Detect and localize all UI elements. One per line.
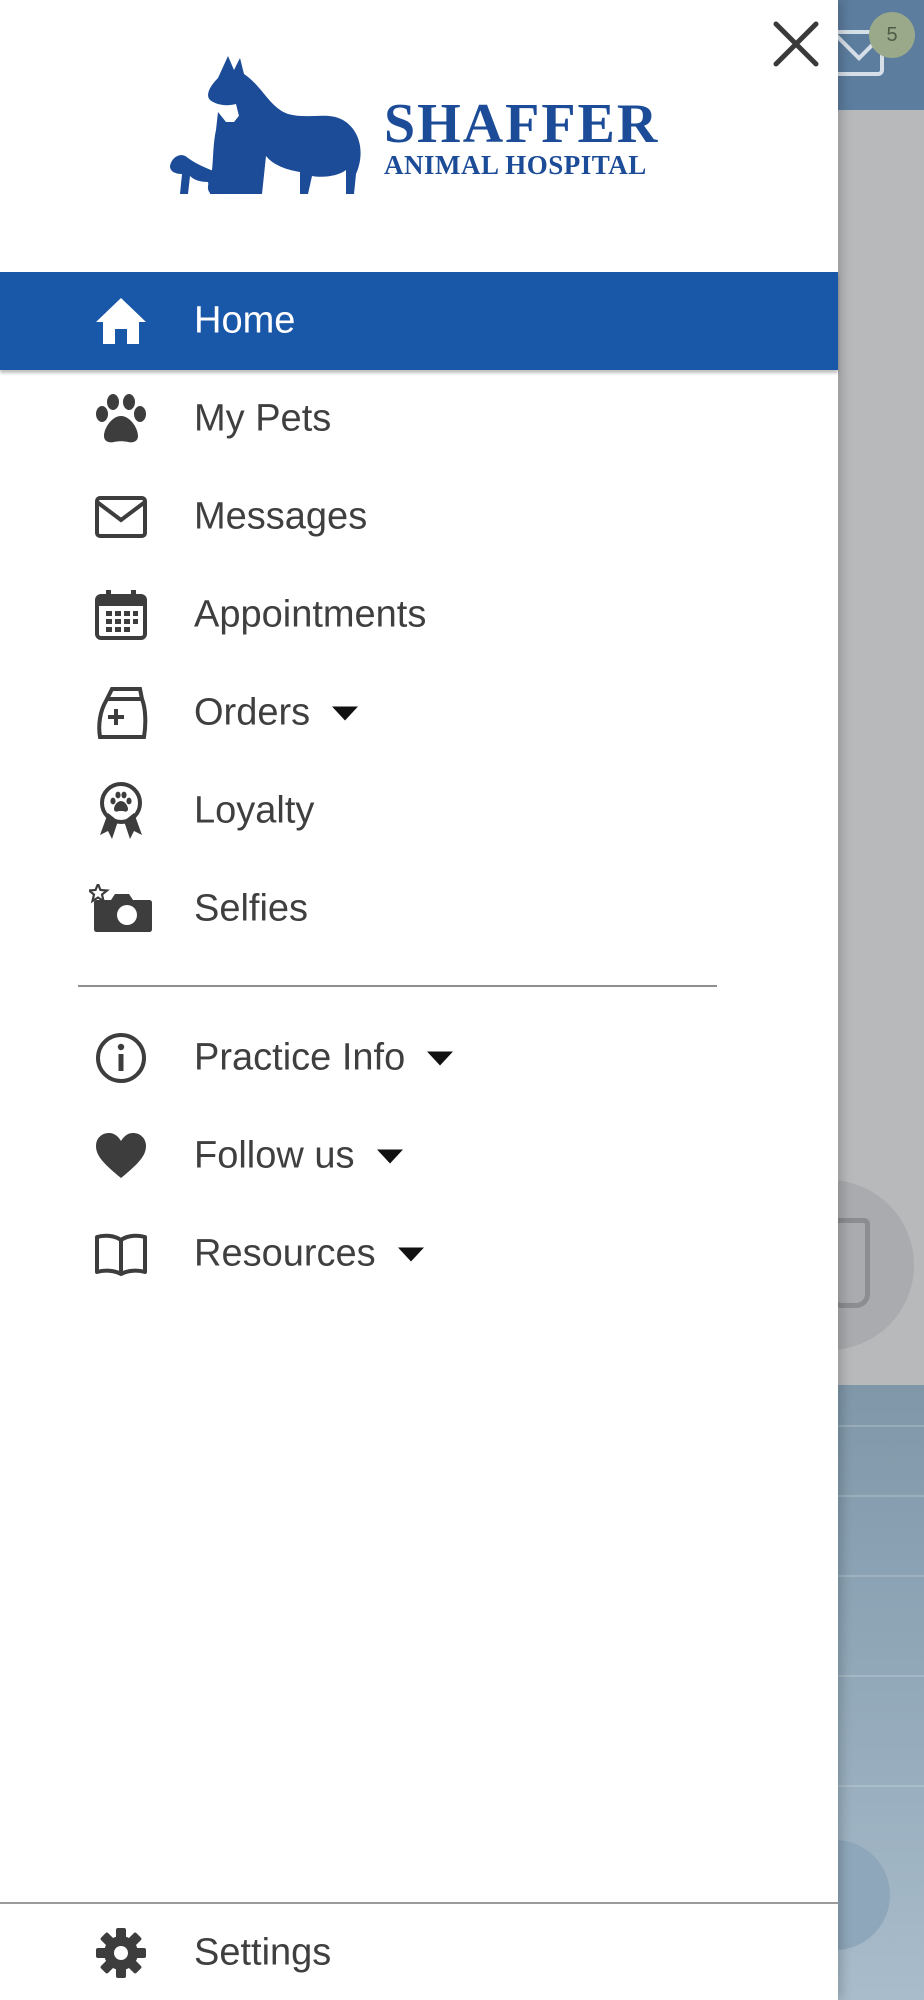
nav-item-messages[interactable]: Messages xyxy=(0,468,838,566)
nav-item-settings[interactable]: Settings xyxy=(0,1904,838,2000)
chevron-down-icon[interactable] xyxy=(427,1051,454,1065)
pet-food-bag-icon xyxy=(88,680,154,746)
nav-label-messages: Messages xyxy=(194,495,368,538)
nav-label-orders: Orders xyxy=(194,691,359,735)
nav-item-orders[interactable]: Orders xyxy=(0,664,838,762)
chevron-down-icon[interactable] xyxy=(332,706,359,720)
nav-item-resources[interactable]: Resources xyxy=(0,1205,838,1303)
close-icon xyxy=(773,21,819,67)
nav-item-follow-us[interactable]: Follow us xyxy=(0,1107,838,1205)
camera-icon xyxy=(88,876,154,942)
orders-label-text: Orders xyxy=(194,691,311,734)
message-count-badge: 5 xyxy=(869,12,915,58)
nav-item-loyalty[interactable]: Loyalty xyxy=(0,762,838,860)
nav-label-selfies: Selfies xyxy=(194,887,309,930)
nav-label-home: Home xyxy=(194,299,296,342)
close-button[interactable] xyxy=(766,14,826,74)
heart-icon xyxy=(88,1123,154,1189)
nav-label-my-pets: My Pets xyxy=(194,397,332,440)
envelope-icon xyxy=(88,484,154,550)
info-icon xyxy=(88,1025,154,1091)
chevron-down-icon[interactable] xyxy=(376,1149,403,1163)
nav-item-practice-info[interactable]: Practice Info xyxy=(0,1009,838,1107)
nav-item-home[interactable]: Home xyxy=(0,272,838,370)
nav-item-appointments[interactable]: Appointments xyxy=(0,566,838,664)
gear-icon xyxy=(88,1920,154,1986)
logo-title: SHAFFER xyxy=(384,93,660,155)
nav-label-resources: Resources xyxy=(194,1233,424,1276)
follow-us-label-text: Follow us xyxy=(194,1134,355,1177)
nav-label-follow-us: Follow us xyxy=(194,1135,403,1178)
book-icon xyxy=(88,1221,154,1287)
nav-label-loyalty: Loyalty xyxy=(194,789,315,832)
nav-label-appointments: Appointments xyxy=(194,593,427,636)
nav-label-settings: Settings xyxy=(194,1931,332,1974)
calendar-icon xyxy=(88,582,154,648)
logo-subtitle: ANIMAL HOSPITAL xyxy=(384,150,647,180)
resources-label-text: Resources xyxy=(194,1232,376,1275)
chevron-down-icon[interactable] xyxy=(397,1247,424,1261)
nav-label-practice-info: Practice Info xyxy=(194,1036,454,1080)
home-icon xyxy=(88,288,154,354)
award-ribbon-icon xyxy=(88,778,154,844)
paw-icon xyxy=(88,386,154,452)
practice-info-label-text: Practice Info xyxy=(194,1036,406,1079)
animal-silhouettes-icon xyxy=(170,56,361,194)
nav-item-my-pets[interactable]: My Pets xyxy=(0,370,838,468)
hospital-logo: SHAFFER ANIMAL HOSPITAL xyxy=(170,48,670,198)
navigation-drawer: SHAFFER ANIMAL HOSPITAL Home My Pets Mes… xyxy=(0,0,838,2000)
nav-item-selfies[interactable]: Selfies xyxy=(0,860,838,958)
nav-divider xyxy=(78,985,717,987)
